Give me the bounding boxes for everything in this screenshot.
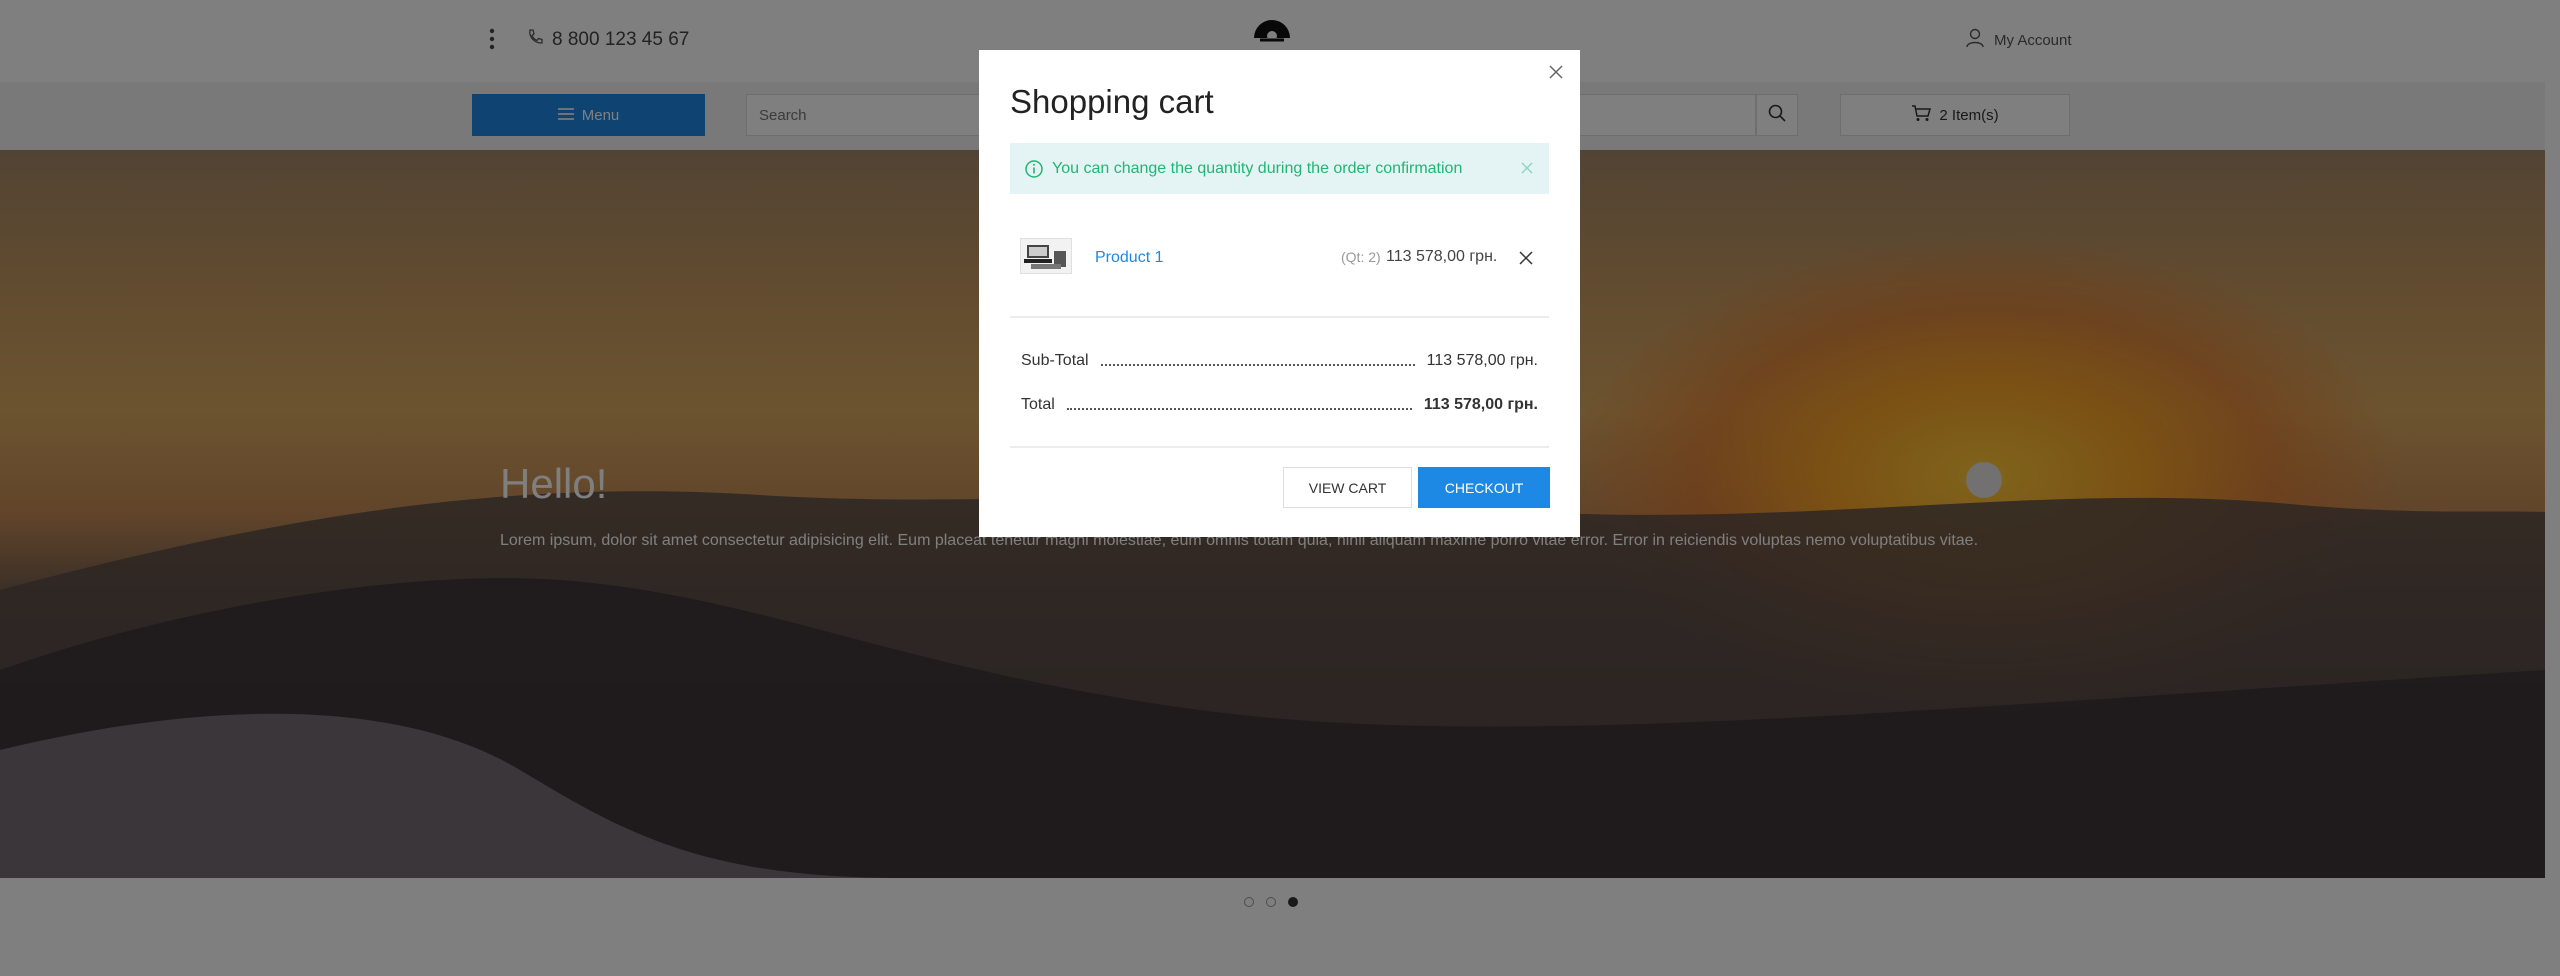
checkout-button[interactable]: CHECKOUT bbox=[1418, 467, 1550, 508]
total-row: Total 113 578,00 грн. bbox=[1021, 394, 1538, 416]
subtotal-label: Sub-Total bbox=[1021, 352, 1089, 369]
total-label: Total bbox=[1021, 396, 1055, 413]
divider bbox=[1010, 316, 1549, 318]
product-thumbnail[interactable] bbox=[1020, 238, 1072, 274]
modal-title: Shopping cart bbox=[1010, 83, 1214, 120]
shopping-cart-modal: Shopping cart You can change the quantit… bbox=[979, 50, 1580, 537]
product-name-link[interactable]: Product 1 bbox=[1095, 249, 1163, 267]
dot-leader bbox=[1100, 356, 1415, 366]
divider bbox=[1010, 446, 1549, 448]
info-icon bbox=[1024, 159, 1044, 179]
info-alert: You can change the quantity during the o… bbox=[1010, 143, 1549, 194]
alert-close-icon[interactable] bbox=[1519, 160, 1535, 176]
product-quantity: (Qt: 2) bbox=[1341, 249, 1381, 265]
product-price: 113 578,00 грн. bbox=[1386, 248, 1498, 265]
total-value: 113 578,00 грн. bbox=[1423, 396, 1538, 413]
subtotal-value: 113 578,00 грн. bbox=[1426, 352, 1538, 369]
view-cart-button[interactable]: VIEW CART bbox=[1283, 467, 1412, 508]
remove-item-icon[interactable] bbox=[1517, 249, 1535, 267]
dot-leader bbox=[1066, 400, 1412, 410]
alert-text: You can change the quantity during the o… bbox=[1052, 159, 1463, 177]
subtotal-row: Sub-Total 113 578,00 грн. bbox=[1021, 350, 1538, 372]
cart-item: Product 1 (Qt: 2) 113 578,00 грн. bbox=[1010, 218, 1549, 298]
close-icon[interactable] bbox=[1546, 62, 1566, 82]
